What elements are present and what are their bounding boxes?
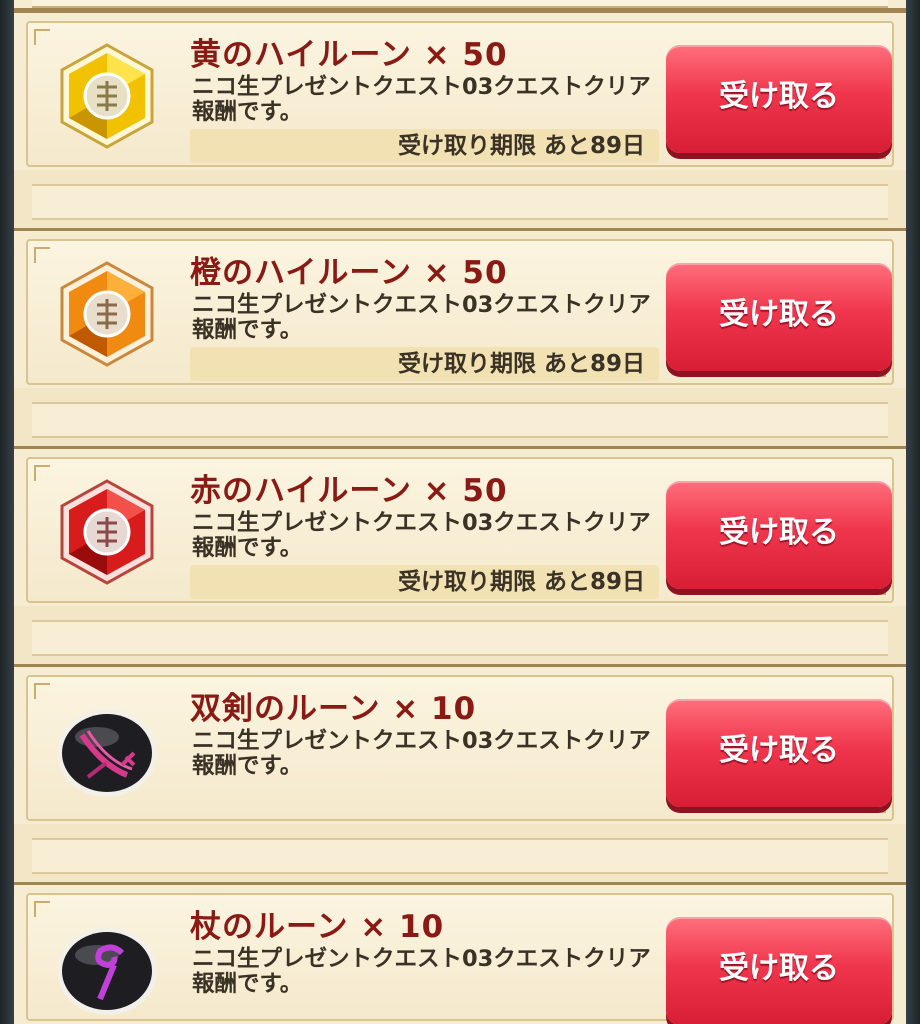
deadline-label: 受け取り期限 あと89日	[190, 129, 659, 163]
item-title: 杖のルーン × 10	[190, 909, 445, 945]
present-item: 双剣のルーン × 10 ニコ生プレゼントクエスト03クエストクリア報酬です。 受…	[14, 664, 906, 832]
staff-rune-icon	[57, 927, 157, 1015]
item-description: ニコ生プレゼントクエスト03クエストクリア報酬です。	[192, 292, 651, 343]
orange-high-rune-icon	[60, 261, 154, 367]
receive-button[interactable]: 受け取る	[666, 263, 892, 371]
item-description: ニコ生プレゼントクエスト03クエストクリア報酬です。	[192, 728, 651, 779]
red-high-rune-icon	[60, 479, 154, 585]
receive-button[interactable]: 受け取る	[666, 917, 892, 1024]
receive-button[interactable]: 受け取る	[666, 699, 892, 807]
item-title: 橙のハイルーン × 50	[190, 255, 508, 291]
receive-button[interactable]: 受け取る	[666, 481, 892, 589]
item-description: ニコ生プレゼントクエスト03クエストクリア報酬です。	[192, 74, 651, 125]
item-description: ニコ生プレゼントクエスト03クエストクリア報酬です。	[192, 946, 651, 997]
present-item: 赤のハイルーン × 50 ニコ生プレゼントクエスト03クエストクリア報酬です。 …	[14, 446, 906, 614]
right-border	[904, 0, 920, 1024]
card-divider	[14, 170, 906, 230]
item-title: 黄のハイルーン × 50	[190, 37, 508, 73]
item-title: 赤のハイルーン × 50	[190, 473, 508, 509]
card-divider	[14, 606, 906, 666]
present-item: 杖のルーン × 10 ニコ生プレゼントクエスト03クエストクリア報酬です。 受け…	[14, 882, 906, 1024]
receive-button[interactable]: 受け取る	[666, 45, 892, 153]
present-item: 橙のハイルーン × 50 ニコ生プレゼントクエスト03クエストクリア報酬です。 …	[14, 228, 906, 396]
card-divider	[14, 824, 906, 884]
twin-sword-rune-icon	[57, 709, 157, 797]
present-item: 黄のハイルーン × 50 ニコ生プレゼントクエスト03クエストクリア報酬です。 …	[14, 10, 906, 178]
deadline-label: 受け取り期限 あと89日	[190, 347, 659, 381]
card-divider	[14, 388, 906, 448]
present-list[interactable]: 黄のハイルーン × 50 ニコ生プレゼントクエスト03クエストクリア報酬です。 …	[14, 0, 906, 1024]
yellow-high-rune-icon	[60, 43, 154, 149]
item-description: ニコ生プレゼントクエスト03クエストクリア報酬です。	[192, 510, 651, 561]
deadline-label: 受け取り期限 あと89日	[190, 565, 659, 599]
item-title: 双剣のルーン × 10	[190, 691, 477, 727]
